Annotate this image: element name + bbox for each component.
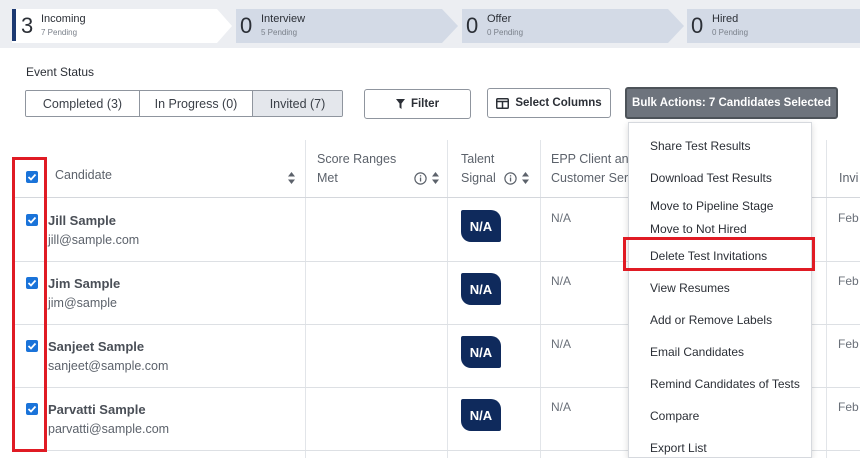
stage-offer[interactable]: 0 Offer 0 Pending xyxy=(462,9,684,43)
tab-invited[interactable]: Invited (7) xyxy=(253,91,342,116)
candidate-email: jill@sample.com xyxy=(48,233,140,247)
sort-icon[interactable] xyxy=(288,172,295,184)
invited-date: Feb xyxy=(838,211,859,225)
tab-completed[interactable]: Completed (3) xyxy=(26,91,140,116)
info-icon[interactable] xyxy=(504,172,517,185)
sort-icon[interactable] xyxy=(522,172,529,184)
select-columns-label: Select Columns xyxy=(515,97,602,109)
stage-title: Incoming xyxy=(41,13,86,25)
info-icon[interactable] xyxy=(414,172,427,185)
stage-interview[interactable]: 0 Interview 5 Pending xyxy=(236,9,458,43)
talent-signal-badge: N/A xyxy=(461,210,501,242)
stage-title: Hired xyxy=(712,13,739,25)
stage-count: 3 xyxy=(21,13,34,38)
candidate-name[interactable]: Jill Sample xyxy=(48,213,116,228)
candidate-name[interactable]: Parvatti Sample xyxy=(48,402,146,417)
stage-title: Interview xyxy=(261,13,306,25)
menu-item-share-test-results[interactable]: Share Test Results xyxy=(650,139,751,153)
header-epp-client-line2: Customer Ser xyxy=(551,171,629,185)
talent-signal-badge: N/A xyxy=(461,273,501,305)
epp-value: N/A xyxy=(551,337,572,351)
menu-item-export-list[interactable]: Export List xyxy=(650,441,707,455)
active-stage-indicator xyxy=(12,9,16,41)
filter-icon xyxy=(395,99,405,109)
epp-value: N/A xyxy=(551,211,572,225)
candidate-name[interactable]: Sanjeet Sample xyxy=(48,339,144,354)
candidate-email: jim@sample xyxy=(48,296,117,310)
invited-date: Feb xyxy=(838,400,859,414)
stage-pending: 7 Pending xyxy=(41,28,78,37)
candidate-email: parvatti@sample.com xyxy=(48,422,170,436)
header-candidate[interactable]: Candidate xyxy=(55,166,112,185)
menu-item-move-to-not-hired[interactable]: Move to Not Hired xyxy=(650,222,747,236)
header-epp-client[interactable]: EPP Client and xyxy=(551,150,636,169)
stage-pending: 5 Pending xyxy=(261,28,298,37)
column-divider xyxy=(540,140,541,458)
menu-item-move-to-pipeline-stage[interactable]: Move to Pipeline Stage xyxy=(650,199,773,213)
header-score-ranges-line2: Met xyxy=(317,171,338,185)
stage-hired[interactable]: 0 Hired 0 Pending xyxy=(687,9,860,43)
highlight-checkbox-column xyxy=(12,157,47,452)
epp-value: N/A xyxy=(551,400,572,414)
select-columns-button[interactable]: Select Columns xyxy=(487,88,611,118)
candidate-name[interactable]: Jim Sample xyxy=(48,276,120,291)
talent-signal-badge: N/A xyxy=(461,336,501,368)
invited-date: Feb xyxy=(838,274,859,288)
menu-item-email-candidates[interactable]: Email Candidates xyxy=(650,345,744,359)
stage-count: 0 xyxy=(240,13,253,38)
column-divider xyxy=(305,140,306,458)
stage-pending: 0 Pending xyxy=(487,28,524,37)
header-score-ranges[interactable]: Score Ranges xyxy=(317,150,396,169)
epp-value: N/A xyxy=(551,274,572,288)
stage-count: 0 xyxy=(466,13,479,38)
menu-item-compare[interactable]: Compare xyxy=(650,409,699,423)
bulk-actions-button[interactable]: Bulk Actions: 7 Candidates Selected xyxy=(625,87,838,119)
talent-signal-badge: N/A xyxy=(461,399,501,431)
filter-label: Filter xyxy=(410,98,440,110)
column-divider xyxy=(447,140,448,458)
stage-pending: 0 Pending xyxy=(712,28,749,37)
bulk-actions-menu: Share Test Results Download Test Results… xyxy=(628,122,812,458)
column-divider xyxy=(826,140,827,458)
invited-date: Feb xyxy=(838,337,859,351)
menu-item-view-resumes[interactable]: View Resumes xyxy=(650,281,730,295)
menu-item-add-remove-labels[interactable]: Add or Remove Labels xyxy=(650,313,772,327)
tab-in-progress[interactable]: In Progress (0) xyxy=(140,91,253,116)
highlight-delete-invitations xyxy=(623,237,815,271)
event-status-label: Event Status xyxy=(26,65,95,79)
stage-incoming[interactable]: 3 Incoming 7 Pending xyxy=(12,9,232,43)
columns-icon xyxy=(496,97,510,109)
event-status-tabs: Completed (3) In Progress (0) Invited (7… xyxy=(25,90,343,117)
stage-title: Offer xyxy=(487,13,512,25)
menu-item-download-test-results[interactable]: Download Test Results xyxy=(650,171,772,185)
header-talent-signal[interactable]: Talent xyxy=(461,150,494,169)
candidate-email: sanjeet@sample.com xyxy=(48,359,169,373)
menu-item-remind-candidates[interactable]: Remind Candidates of Tests xyxy=(650,377,800,391)
sort-icon[interactable] xyxy=(432,172,439,184)
stage-count: 0 xyxy=(691,13,704,38)
header-invited[interactable]: Invi xyxy=(839,169,858,188)
header-talent-signal-line2: Signal xyxy=(461,171,496,185)
pipeline-bar: 3 Incoming 7 Pending 0 Interview 5 Pendi… xyxy=(0,0,860,48)
filter-button[interactable]: Filter xyxy=(364,89,471,119)
